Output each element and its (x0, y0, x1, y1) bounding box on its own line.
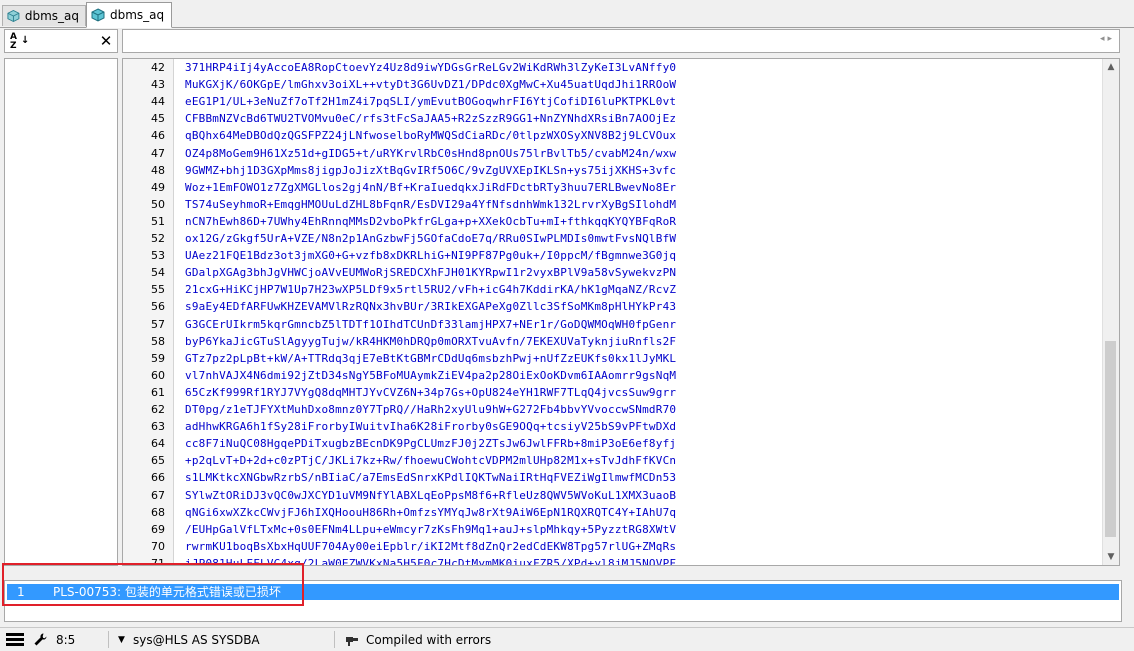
code-line[interactable]: vl7nhVAJX4N6dmi92jZtD34sNgY5BFoMUAymkZiE… (185, 369, 676, 382)
line-number: 54 (151, 266, 165, 280)
code-line[interactable]: 21cxG+HiKCjHP7W1Up7H23wXP5LDf9x5rtl5RU2/… (185, 283, 676, 296)
code-line[interactable]: G3GCErUIkrm5kqrGmncbZ5lTDTf1OIhdTCUnDf33… (185, 318, 676, 331)
code-line[interactable]: cc8F7iNuQC08HgqePDiTxugbzBEcnDK9PgCLUmzF… (185, 437, 676, 450)
line-number: 42 (151, 61, 165, 74)
code-line[interactable]: s9aEy4EDfARFUwKHZEVAMVlRzRQNx3hvBUr/3RIk… (185, 300, 676, 313)
vertical-scrollbar[interactable]: ▲ ▼ (1102, 59, 1119, 565)
line-number: 70 (151, 539, 165, 553)
line-number: 52 (151, 232, 165, 245)
line-number: 69 (151, 522, 165, 536)
tab-bar: dbms_aq dbms_aq (0, 0, 1134, 28)
dropdown-arrow-icon[interactable]: ▼ (118, 632, 125, 648)
sort-alpha-icon[interactable]: A Z ↓ (10, 33, 30, 51)
code-line[interactable]: GDalpXGAg3bhJgVHWCjoAVvEUMWoRjSREDCXhFJH… (185, 266, 676, 279)
code-line[interactable]: GTz7pz2pLpBt+kW/A+TTRdq3qjE7eBtKtGBMrCDd… (185, 352, 676, 365)
line-number: 57 (151, 317, 165, 331)
scroll-down-icon[interactable]: ▼ (1103, 549, 1119, 565)
line-number: 46 (151, 129, 165, 143)
tab-label: dbms_aq (110, 8, 165, 22)
cursor-position: 8:5 (56, 633, 76, 647)
sort-arrow-icon: ↓ (21, 35, 30, 46)
code-editor[interactable]: 42 43 44 45 46 47 48 49 50 51 52 53 54 55 56 57 58 59 60 61… (122, 58, 1120, 566)
code-line[interactable]: byP6YkaJicGTuSlAgyygTujw/kR4HKM0hDRQp0mO… (185, 335, 676, 348)
compile-messages-pane: 1 PLS-00753: 包装的单元格式错误或已损坏 (4, 580, 1122, 622)
line-number: 59 (151, 351, 165, 365)
line-number: 49 (151, 180, 165, 194)
line-number: 58 (151, 334, 165, 348)
line-number: 45 (151, 112, 165, 126)
tab-label: dbms_aq (24, 9, 79, 23)
line-number: 47 (151, 146, 165, 160)
code-line[interactable]: nCN7hEwh86D+7UWhy4EhRnnqMMsD2vboPkfrGLga… (185, 215, 676, 228)
editor-toolbar: ◂▸ (122, 29, 1120, 53)
code-line[interactable]: SYlwZtORiDJ3vQC0wJXCYD1uVM9NfYlABXLqEoPp… (185, 489, 676, 502)
code-line[interactable]: eEG1P1/UL+3eNuZf7oTf2H1mZ4i7pqSLI/ymEvut… (185, 95, 676, 108)
code-line[interactable]: UAez21FQE1Bdz3ot3jmXG0+G+vzfb8xDKRLhiG+N… (185, 249, 676, 262)
scroll-tabs-icon[interactable]: ◂▸ (1100, 34, 1115, 44)
line-number: 65 (151, 454, 165, 468)
line-number: 60 (151, 368, 165, 382)
code-line[interactable]: qBQhx64MeDBOdQzQGSFPZ24jLNfwoselboRyMWQS… (185, 129, 676, 142)
tab-dbms-aq-1[interactable]: dbms_aq (2, 5, 86, 26)
code-line[interactable]: rwrmKU1boqBsXbxHqUUF704Ay00eiEpblr/iKI2M… (185, 540, 676, 553)
tab-dbms-aq-2[interactable]: dbms_aq (86, 2, 172, 28)
code-line[interactable]: 65CzKf999Rf1RYJ7VYgQ8dqMHTJYvCVZ6N+34p7G… (185, 386, 676, 399)
line-number: 55 (151, 283, 165, 297)
code-line[interactable]: TS74uSeyhmoR+EmqgHMOUuLdZHL8bFqnR/EsDVI2… (185, 198, 676, 211)
menu-lines-icon[interactable] (6, 632, 24, 647)
code-line[interactable]: iJP081HuLFFLVG4xq/2LaW0EZWVKxNa5H5F0c7Hc… (185, 557, 676, 565)
line-number-gutter: 42 43 44 45 46 47 48 49 50 51 52 53 54 55 56 57 58 59 60 61… (123, 59, 174, 565)
package-cube-icon (91, 8, 105, 22)
line-number: 64 (151, 437, 165, 451)
code-line[interactable]: adHhwKRGA6h1fSy28iFrorbyIWuitvIha6K28iFr… (185, 420, 676, 433)
line-number: 56 (151, 300, 165, 314)
compile-status: Compiled with errors (366, 633, 492, 647)
line-number: 51 (151, 214, 165, 228)
line-number: 53 (151, 249, 165, 263)
code-line[interactable]: qNGi6xwXZkcCWvjFJ6hIXQHoouH86Rh+OmfzsYMY… (185, 506, 676, 519)
status-bar: 8:5 ▼ sys@HLS AS SYSDBA Compiled with er… (0, 627, 1134, 651)
line-number: 48 (151, 163, 165, 177)
code-line[interactable]: MuKGXjK/6OKGpE/lmGhxv3oiXL++vtyDt3G6UvDZ… (185, 78, 676, 91)
object-list-pane[interactable] (4, 58, 118, 566)
message-index: 1 (17, 585, 25, 599)
line-number: 43 (151, 78, 165, 92)
code-line[interactable]: DT0pg/z1eTJFYXtMuhDxo8mnz0Y7TpRQ//HaRh2x… (185, 403, 676, 416)
line-number: 50 (151, 197, 165, 211)
line-number: 62 (151, 403, 165, 416)
separator (108, 631, 109, 648)
line-number: 44 (151, 95, 165, 109)
scroll-up-icon[interactable]: ▲ (1103, 59, 1119, 75)
code-line[interactable]: s1LMKtkcXNGbwRzrbS/nBIiaC/a7EmsEdSnrxKPd… (185, 471, 676, 484)
compile-pin-icon (346, 637, 358, 646)
line-number: 67 (151, 488, 165, 502)
object-list-toolbar: A Z ↓ ✕ (4, 29, 118, 53)
line-number: 68 (151, 505, 165, 519)
line-number: 63 (151, 420, 165, 434)
code-line[interactable]: 371HRP4iIj4yAccoEA8RopCtoevYz4Uz8d9iwYDG… (185, 61, 676, 74)
code-line[interactable]: OZ4p8MoGem9H61Xz51d+gIDG5+t/uRYKrvlRbC0s… (185, 147, 676, 160)
error-message-row[interactable]: 1 PLS-00753: 包装的单元格式错误或已损坏 (7, 584, 1119, 600)
close-icon[interactable]: ✕ (99, 31, 113, 50)
package-cube-icon (7, 9, 20, 23)
connection-label[interactable]: sys@HLS AS SYSDBA (133, 632, 260, 648)
code-line[interactable]: /EUHpGalVfLTxMc+0s0EFNm4LLpu+eWmcyr7zKsF… (185, 523, 676, 536)
line-number: 66 (151, 471, 165, 485)
code-line[interactable]: CFBBmNZVcBd6TWU2TVOMvu0eC/rfs3tFcSaJAA5+… (185, 112, 676, 125)
code-line[interactable]: Woz+1EmFOWO1z7ZgXMGLlos2gj4nN/Bf+KraIued… (185, 181, 676, 194)
code-line[interactable]: +p2qLvT+D+2d+c0zPTjC/JKLi7kz+Rw/fhoewuCW… (185, 454, 676, 467)
code-line[interactable]: ox12G/zGkgf5UrA+VZE/N8n2p1AnGzbwFj5GOfaC… (185, 232, 676, 245)
separator (334, 631, 335, 648)
line-number: 61 (151, 385, 165, 399)
scrollbar-thumb[interactable] (1105, 341, 1116, 537)
wrench-icon[interactable] (33, 632, 48, 647)
code-line[interactable]: 9GWMZ+bhj1D3GXpMms8jigpJoJizXtBqGvIRf5O6… (185, 164, 676, 177)
line-number: 71 (151, 556, 165, 566)
message-text: PLS-00753: 包装的单元格式错误或已损坏 (53, 585, 281, 599)
